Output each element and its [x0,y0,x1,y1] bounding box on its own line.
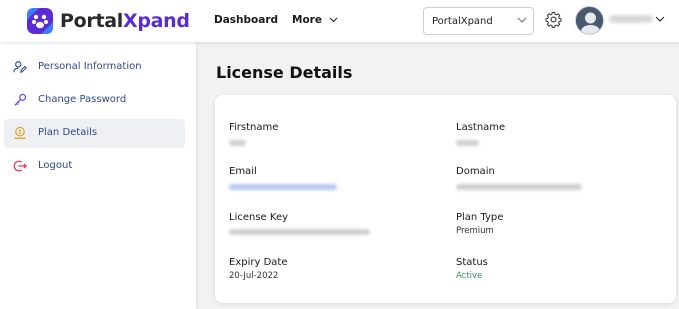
workspace-select-value: PortalXpand [432,16,493,27]
sidebar: Personal Information Change Password Pla… [0,42,196,309]
license-details-card: Firstname Lastname Email Domain License … [215,95,676,303]
brand-logo[interactable]: PortalXpand [25,6,190,36]
domain-value-redacted [456,184,582,190]
status-badge: Active [456,271,483,281]
logout-icon [13,160,27,172]
workspace-select[interactable]: PortalXpand [423,7,534,35]
plan-type-value: Premium [456,226,494,236]
chevron-down-icon [329,17,338,23]
logo-icon [27,8,53,34]
sidebar-item-change-password[interactable]: Change Password [4,86,185,115]
nav-more[interactable]: More [292,14,338,26]
sidebar-item-logout[interactable]: Logout [4,152,185,181]
license-key-label: License Key [229,212,289,223]
nav-more-label: More [292,14,322,26]
user-edit-icon [13,61,27,74]
page-title: License Details [216,63,353,82]
sidebar-item-label: Plan Details [38,127,98,138]
sidebar-item-plan-details[interactable]: Plan Details [4,119,185,148]
gear-icon[interactable] [545,11,562,28]
user-name-redacted [609,15,653,23]
coin-icon [14,126,26,139]
firstname-value-redacted [229,140,246,146]
chevron-down-icon [517,17,527,23]
expiry-date-label: Expiry Date [229,257,288,268]
avatar[interactable] [575,6,604,35]
sidebar-item-personal-information[interactable]: Personal Information [4,53,185,82]
lastname-label: Lastname [456,122,506,133]
plan-type-label: Plan Type [456,212,504,223]
sidebar-item-label: Change Password [38,94,127,105]
email-label: Email [229,166,257,177]
key-icon [14,93,27,106]
chevron-down-icon[interactable] [655,16,665,23]
sidebar-item-label: Personal Information [38,61,142,72]
top-bar: PortalXpand Dashboard More PortalXpand [0,0,679,42]
sidebar-item-label: Logout [38,160,73,171]
expiry-date-value: 20-Jul-2022 [229,271,279,281]
user-icon [576,7,603,34]
brand-name-part1: Portal [60,10,123,32]
brand-name-part2: Xpand [122,10,190,32]
status-label: Status [456,257,488,268]
license-key-value-redacted [229,229,370,235]
firstname-label: Firstname [229,122,279,133]
domain-label: Domain [456,166,495,177]
email-value-redacted[interactable] [229,184,337,190]
brand-name: PortalXpand [60,10,190,32]
nav-dashboard[interactable]: Dashboard [214,14,278,26]
lastname-value-redacted [456,140,479,146]
